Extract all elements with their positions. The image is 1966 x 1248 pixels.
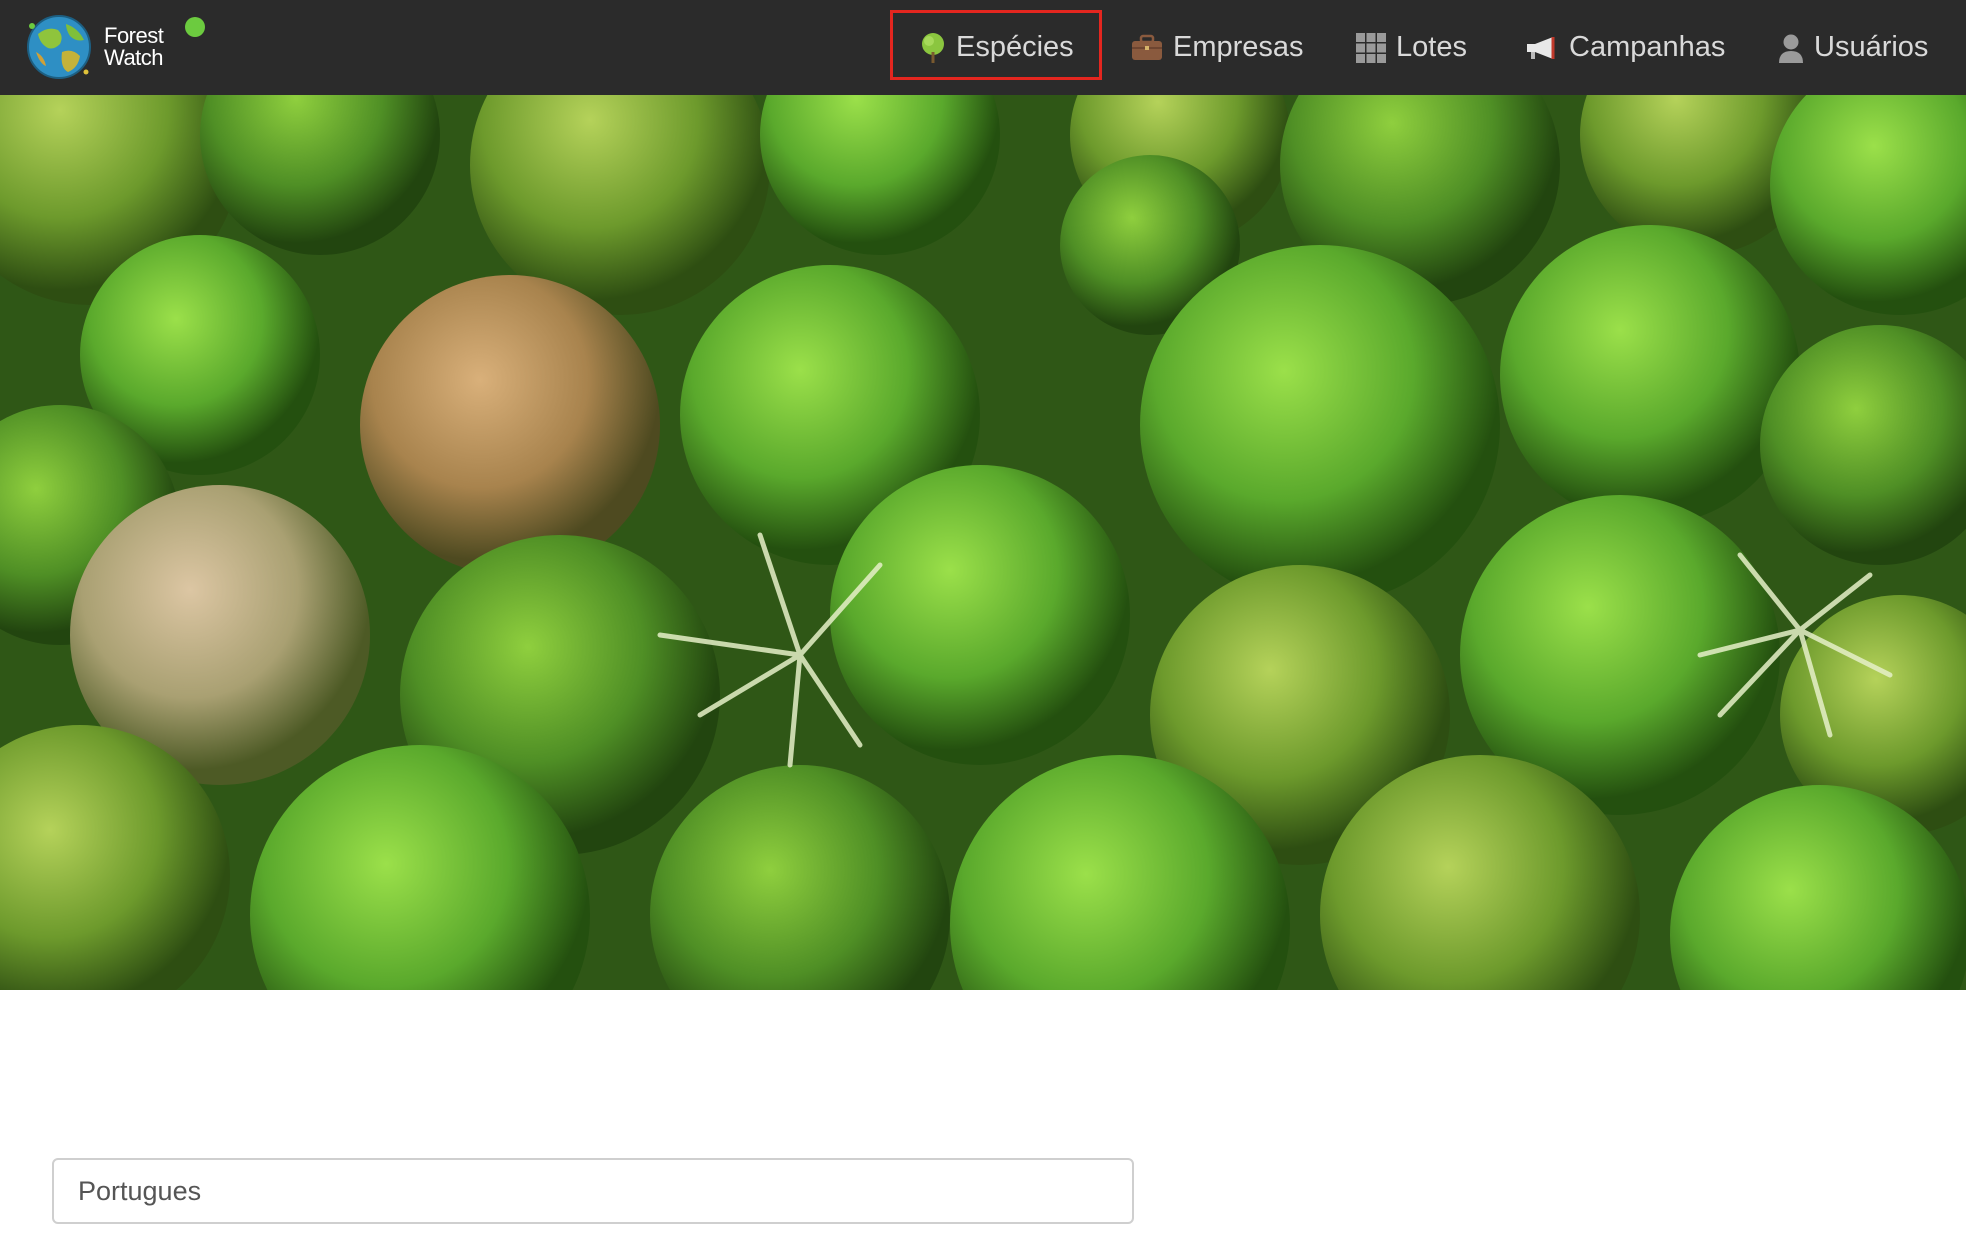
forest-watch-logo[interactable]: Forest Watch (24, 12, 164, 82)
megaphone-icon (1527, 36, 1555, 59)
forest-canopy-illustration (0, 95, 1966, 990)
logo-wordmark: Forest Watch (104, 23, 164, 70)
user-icon (1779, 34, 1803, 63)
nav-label-campanhas: Campanhas (1569, 31, 1726, 63)
globe-logo-icon (27, 15, 91, 79)
language-select-value: Portugues (78, 1175, 202, 1206)
language-select[interactable]: Portugues (52, 1158, 1134, 1224)
nav-item-especies[interactable]: Espécies (920, 0, 1074, 95)
nav-label-lotes: Lotes (1396, 31, 1467, 63)
status-indicator-dot (185, 17, 205, 37)
top-navbar: Forest Watch Espécies Empresas Lotes Cam… (0, 0, 1966, 95)
nav-label-empresas: Empresas (1173, 31, 1304, 63)
nav-label-especies: Espécies (956, 31, 1074, 63)
logo-line-forest: Forest (104, 23, 164, 48)
tree-icon (922, 32, 944, 63)
nav-item-empresas[interactable]: Empresas (1131, 0, 1304, 95)
nav-item-campanhas[interactable]: Campanhas (1525, 0, 1725, 95)
nav-item-usuarios[interactable]: Usuários (1778, 0, 1928, 95)
nav-item-lotes[interactable]: Lotes (1356, 0, 1467, 95)
briefcase-icon (1132, 34, 1162, 60)
grid-icon (1356, 32, 1386, 63)
hero-forest-canopy-image (0, 95, 1966, 990)
logo-line-watch: Watch (104, 45, 164, 70)
nav-label-usuarios: Usuários (1814, 31, 1929, 63)
